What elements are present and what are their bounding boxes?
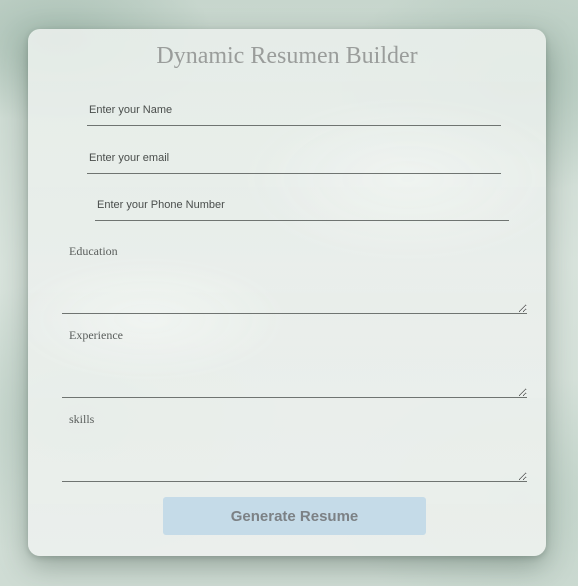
page-title: Dynamic Resumen Builder: [156, 43, 418, 69]
phone-input[interactable]: [95, 190, 509, 221]
skills-textarea[interactable]: [62, 407, 527, 482]
experience-textarea[interactable]: [62, 323, 527, 398]
name-input[interactable]: [87, 95, 501, 126]
email-input[interactable]: [87, 143, 501, 174]
education-textarea[interactable]: [62, 239, 527, 314]
resume-form-card: Dynamic Resumen Builder Generate Resume: [28, 29, 546, 556]
generate-resume-button[interactable]: Generate Resume: [163, 497, 426, 535]
